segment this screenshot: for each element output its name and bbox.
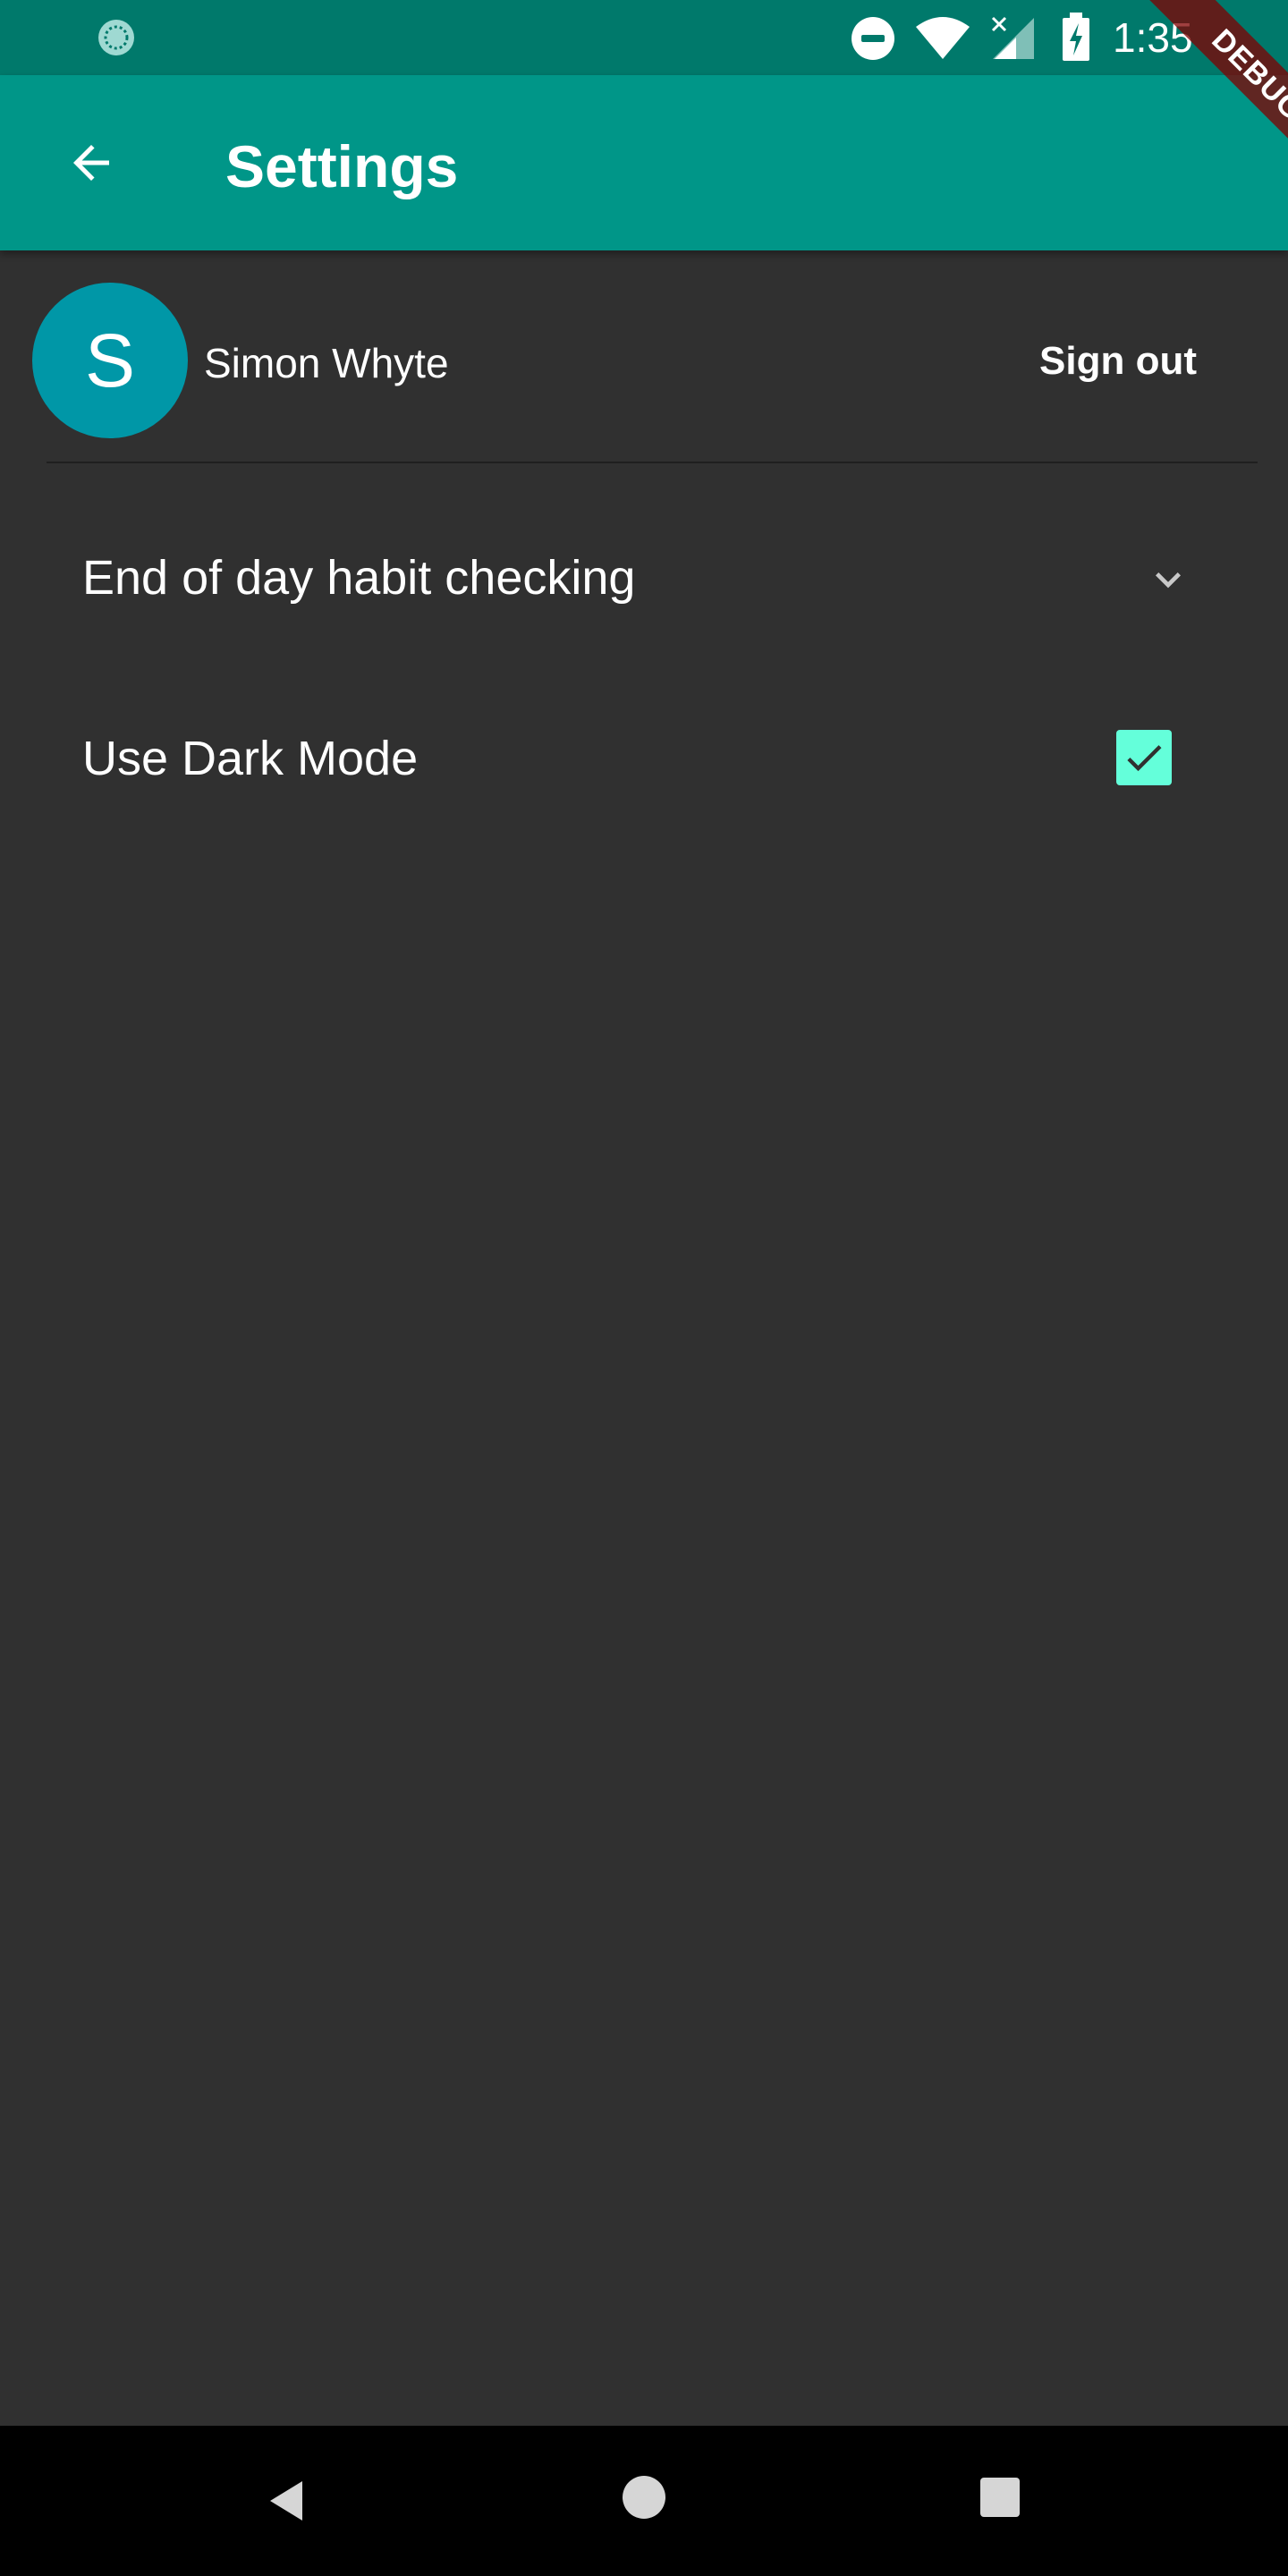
cell-signal-icon [991, 16, 1034, 59]
system-nav-bar [0, 2426, 1288, 2576]
nav-home-icon[interactable] [623, 2476, 665, 2519]
dark-mode-item[interactable]: Use Dark Mode [0, 673, 1288, 843]
do-not-disturb-icon [852, 17, 894, 60]
status-bar: 1:35 [0, 0, 1288, 75]
page-title: Settings [225, 133, 459, 199]
chevron-down-icon [1156, 572, 1181, 589]
battery-charging-icon [1063, 13, 1089, 61]
back-button[interactable] [43, 114, 140, 211]
nav-recents-icon[interactable] [980, 2478, 1020, 2517]
arrow-back-icon [73, 145, 109, 181]
app-bar: Settings [0, 75, 1288, 250]
app-notification-icon [98, 20, 134, 55]
sign-out-button[interactable]: Sign out [1016, 326, 1220, 397]
account-row: S Simon Whyte Sign out [0, 250, 1288, 465]
status-clock: 1:35 [1113, 14, 1193, 61]
nav-back-icon[interactable] [263, 2476, 313, 2526]
dark-mode-checkbox[interactable] [1116, 730, 1172, 785]
avatar: S [32, 283, 188, 438]
end-of-day-habit-checking-item[interactable]: End of day habit checking [0, 492, 1288, 662]
divider [47, 462, 1258, 463]
dark-mode-label: Use Dark Mode [82, 732, 419, 785]
user-name: Simon Whyte [204, 340, 449, 386]
check-icon [1127, 745, 1162, 772]
end-of-day-label: End of day habit checking [82, 551, 636, 605]
wifi-icon [916, 17, 970, 59]
